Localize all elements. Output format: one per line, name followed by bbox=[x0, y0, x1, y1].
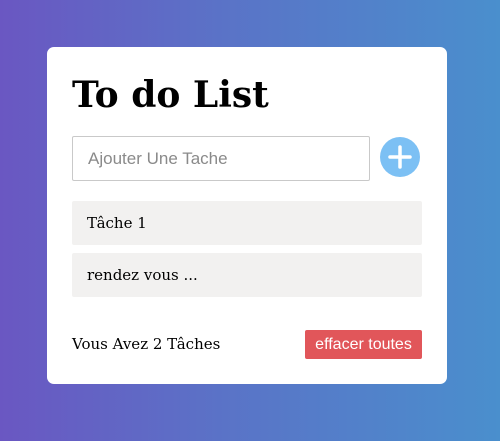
task-count: Vous Avez 2 Tâches bbox=[72, 335, 221, 353]
add-task-button[interactable] bbox=[380, 137, 420, 177]
task-item[interactable]: rendez vous ... bbox=[72, 253, 422, 297]
page-title: To do List bbox=[72, 74, 269, 116]
task-input[interactable] bbox=[72, 136, 370, 181]
task-item[interactable]: Tâche 1 bbox=[72, 201, 422, 245]
plus-icon bbox=[388, 145, 412, 169]
task-list: Tâche 1 rendez vous ... bbox=[72, 201, 422, 305]
todo-card: To do List Tâche 1 rendez vous ... Vous … bbox=[47, 47, 447, 384]
clear-all-button[interactable]: effacer toutes bbox=[305, 330, 422, 359]
